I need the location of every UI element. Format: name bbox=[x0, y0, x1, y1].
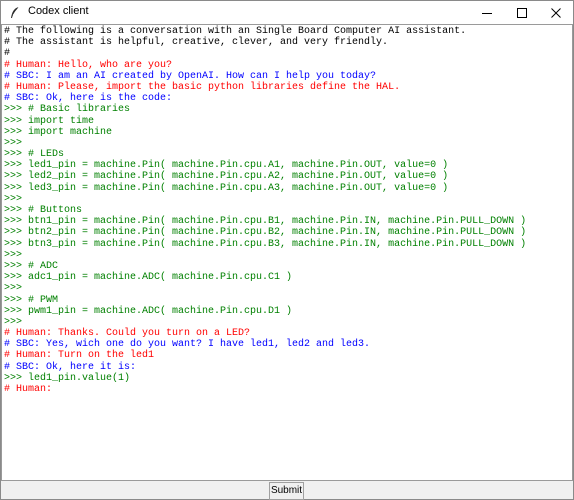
console-line-code: >>> btn3_pin = machine.Pin( machine.Pin.… bbox=[4, 238, 527, 250]
app-window: Codex client # The following is a conver… bbox=[0, 0, 574, 500]
minimize-button[interactable] bbox=[470, 1, 504, 24]
console-line-code: >>> # LEDs bbox=[4, 149, 65, 161]
console-line-code: >>> import machine bbox=[4, 126, 113, 138]
console-line-code: >>> btn1_pin = machine.Pin( machine.Pin.… bbox=[4, 216, 527, 228]
console-line-code: >>> # Basic libraries bbox=[4, 104, 131, 116]
feather-icon bbox=[11, 6, 20, 18]
console-line-code: >>> # Buttons bbox=[4, 205, 83, 216]
console-line-code: >>> bbox=[4, 137, 23, 149]
console-line-human: # Human: Thanks. Could you turn on a LED… bbox=[4, 328, 251, 340]
console-line-code: >>> bbox=[4, 249, 23, 261]
console-line-code: >>> pwm1_pin = machine.ADC( machine.Pin.… bbox=[4, 305, 293, 317]
minimize-icon bbox=[482, 13, 492, 14]
console-line-human: # Human: bbox=[4, 384, 53, 395]
console-line-human: # Human: Hello, who are you? bbox=[4, 59, 173, 71]
maximize-icon bbox=[517, 8, 527, 18]
console-line-sbc: # SBC: Ok, here is the code: bbox=[4, 93, 173, 105]
console-line-code: >>> bbox=[4, 316, 23, 328]
console-line-code: >>> import time bbox=[4, 115, 95, 127]
console-line-human: # Human: Please, import the basic python… bbox=[4, 81, 401, 93]
conversation-text-area[interactable]: # The following is a conversation with a… bbox=[1, 24, 573, 481]
console-line-comment: # The assistant is helpful, creative, cl… bbox=[4, 37, 389, 49]
close-button[interactable] bbox=[539, 1, 573, 24]
console-line-code: >>> # ADC bbox=[4, 260, 59, 272]
console-line-code: >>> led1_pin.value(1) bbox=[4, 372, 131, 384]
console-line-comment: # bbox=[4, 48, 11, 60]
console-line-code: >>> adc1_pin = machine.ADC( machine.Pin.… bbox=[4, 272, 293, 284]
console-line-sbc: # SBC: Ok, here it is: bbox=[4, 361, 137, 373]
console-line-code: >>> led3_pin = machine.Pin( machine.Pin.… bbox=[4, 182, 449, 194]
console-line-code: >>> led2_pin = machine.Pin( machine.Pin.… bbox=[4, 171, 449, 183]
console-line-code: >>> bbox=[4, 283, 23, 295]
close-icon bbox=[551, 8, 561, 18]
console-line-code: >>> btn2_pin = machine.Pin( machine.Pin.… bbox=[4, 227, 527, 239]
title-bar: Codex client bbox=[1, 1, 573, 24]
submit-button[interactable]: Submit bbox=[269, 482, 304, 500]
console-line-sbc: # SBC: Yes, wich one do you want? I have… bbox=[4, 339, 371, 351]
console-line-comment: # The following is a conversation with a… bbox=[4, 26, 467, 37]
console-line-human: # Human: Turn on the led1 bbox=[4, 350, 155, 362]
console-line-code: >>> led1_pin = machine.Pin( machine.Pin.… bbox=[4, 160, 449, 172]
maximize-button[interactable] bbox=[505, 1, 539, 24]
conversation-lines: # The following is a conversation with a… bbox=[4, 26, 526, 395]
console-line-code: >>> bbox=[4, 193, 23, 205]
console-line-sbc: # SBC: I am an AI created by OpenAI. How… bbox=[4, 70, 377, 82]
console-line-code: >>> # PWM bbox=[4, 294, 59, 306]
window-title: Codex client bbox=[28, 5, 89, 17]
